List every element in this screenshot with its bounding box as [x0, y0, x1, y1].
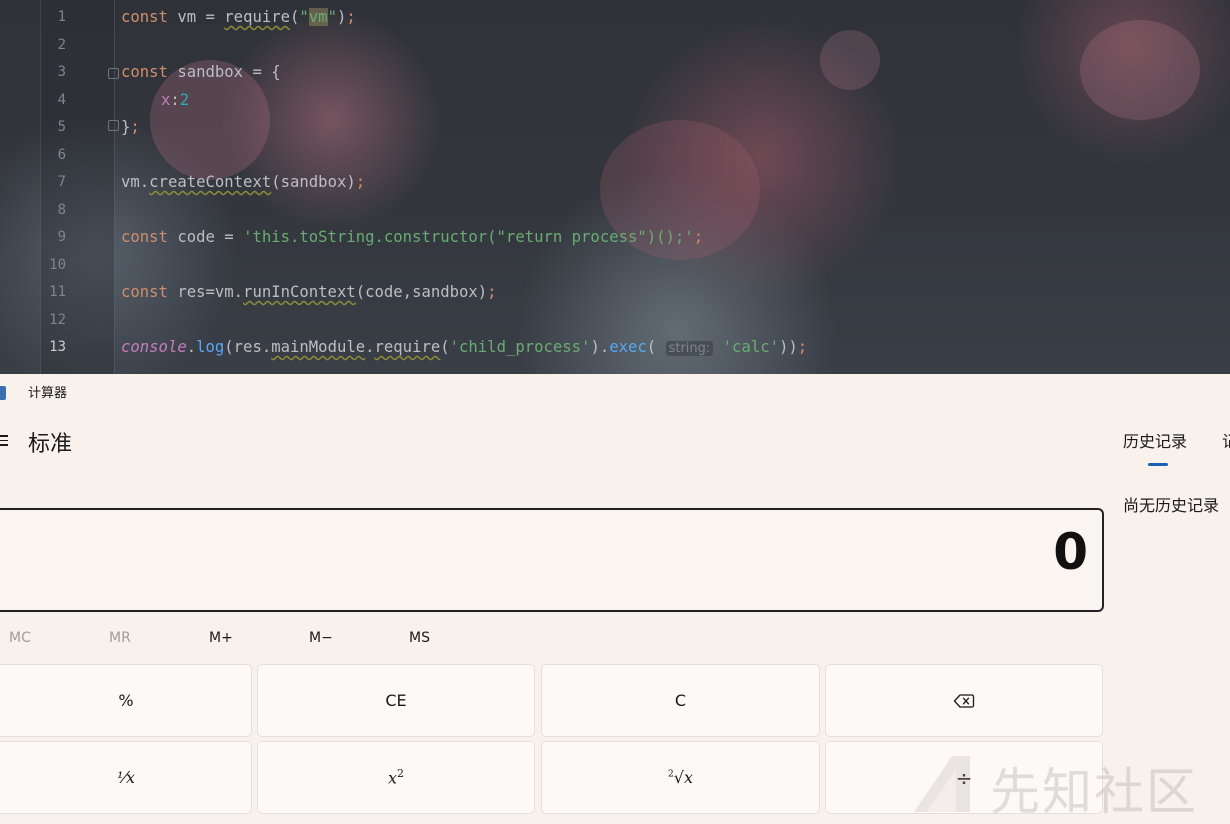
line-number: 12 — [49, 312, 66, 328]
code-line[interactable]: 5 }; — [0, 114, 1230, 141]
fold-icon[interactable] — [108, 68, 119, 79]
line-number: 13 — [49, 339, 66, 355]
line-number: 7 — [57, 174, 66, 190]
calculator-window: 计算器 标准 0 MC MR M+ M− MS % CE C ⅟x x2 2√x… — [0, 374, 1230, 821]
line-number: 5 — [57, 119, 66, 135]
code-text: const sandbox = { — [121, 63, 281, 81]
code-line[interactable]: 2 — [0, 32, 1230, 59]
line-number: 8 — [57, 202, 66, 218]
tab-history[interactable]: 历史记录 — [1123, 430, 1187, 454]
code-line[interactable]: 10 — [0, 252, 1230, 279]
code-editor[interactable]: 1 const vm = require("vm"); 2 3 const sa… — [0, 0, 1230, 374]
memory-recall-button[interactable]: MR — [109, 628, 131, 648]
code-line[interactable]: 7 vm.createContext(sandbox); — [0, 169, 1230, 196]
code-line[interactable]: 4 x:2 — [0, 87, 1230, 114]
memory-clear-button[interactable]: MC — [9, 628, 31, 648]
code-line[interactable]: 6 — [0, 142, 1230, 169]
percent-button[interactable]: % — [0, 664, 252, 737]
line-number: 2 — [57, 37, 66, 53]
divide-button[interactable]: ÷ — [825, 741, 1103, 814]
code-text: vm.createContext(sandbox); — [121, 173, 366, 191]
code-text: console.log(res.mainModule.require('chil… — [121, 338, 808, 356]
line-number: 3 — [57, 64, 66, 80]
result-display: 0 — [0, 508, 1104, 612]
line-number: 9 — [57, 229, 66, 245]
history-empty-message: 尚无历史记录 — [1123, 496, 1220, 515]
backspace-icon — [953, 693, 975, 708]
backspace-button[interactable] — [825, 664, 1103, 737]
hamburger-menu-icon[interactable] — [0, 432, 8, 446]
line-number: 10 — [49, 257, 66, 273]
square-button[interactable]: x2 — [257, 741, 535, 814]
clear-entry-button[interactable]: CE — [257, 664, 535, 737]
memory-subtract-button[interactable]: M− — [309, 628, 333, 648]
tab-memory[interactable]: 记 — [1222, 430, 1230, 454]
line-number: 4 — [57, 92, 66, 108]
memory-store-button[interactable]: MS — [409, 628, 430, 648]
code-text: const code = 'this.toString.constructor(… — [121, 228, 704, 246]
line-number: 6 — [57, 147, 66, 163]
code-line[interactable]: 8 — [0, 197, 1230, 224]
code-text: const vm = require("vm"); — [121, 8, 356, 26]
clear-button[interactable]: C — [541, 664, 820, 737]
code-line[interactable]: 1 const vm = require("vm"); — [0, 4, 1230, 31]
parameter-hint: string: — [665, 341, 714, 356]
fold-icon[interactable] — [108, 120, 119, 131]
line-number: 11 — [49, 284, 66, 300]
mode-title: 标准 — [28, 432, 73, 457]
code-line-current[interactable]: 13 console.log(res.mainModule.require('c… — [0, 334, 1230, 361]
reciprocal-button[interactable]: ⅟x — [0, 741, 252, 814]
display-value: 0 — [1053, 523, 1088, 581]
memory-add-button[interactable]: M+ — [209, 628, 233, 648]
active-tab-indicator — [1148, 463, 1168, 466]
window-title: 计算器 — [28, 386, 68, 401]
code-line[interactable]: 12 — [0, 307, 1230, 334]
code-text: }; — [121, 118, 140, 136]
code-text: x:2 — [161, 91, 190, 109]
code-line[interactable]: 9 const code = 'this.toString.constructo… — [0, 224, 1230, 251]
square-root-button[interactable]: 2√x — [541, 741, 820, 814]
calculator-app-icon — [0, 386, 6, 400]
code-line[interactable]: 3 const sandbox = { — [0, 59, 1230, 86]
code-text: const res=vm.runInContext(code,sandbox); — [121, 283, 497, 301]
code-line[interactable]: 11 const res=vm.runInContext(code,sandbo… — [0, 279, 1230, 306]
line-number: 1 — [57, 9, 66, 25]
